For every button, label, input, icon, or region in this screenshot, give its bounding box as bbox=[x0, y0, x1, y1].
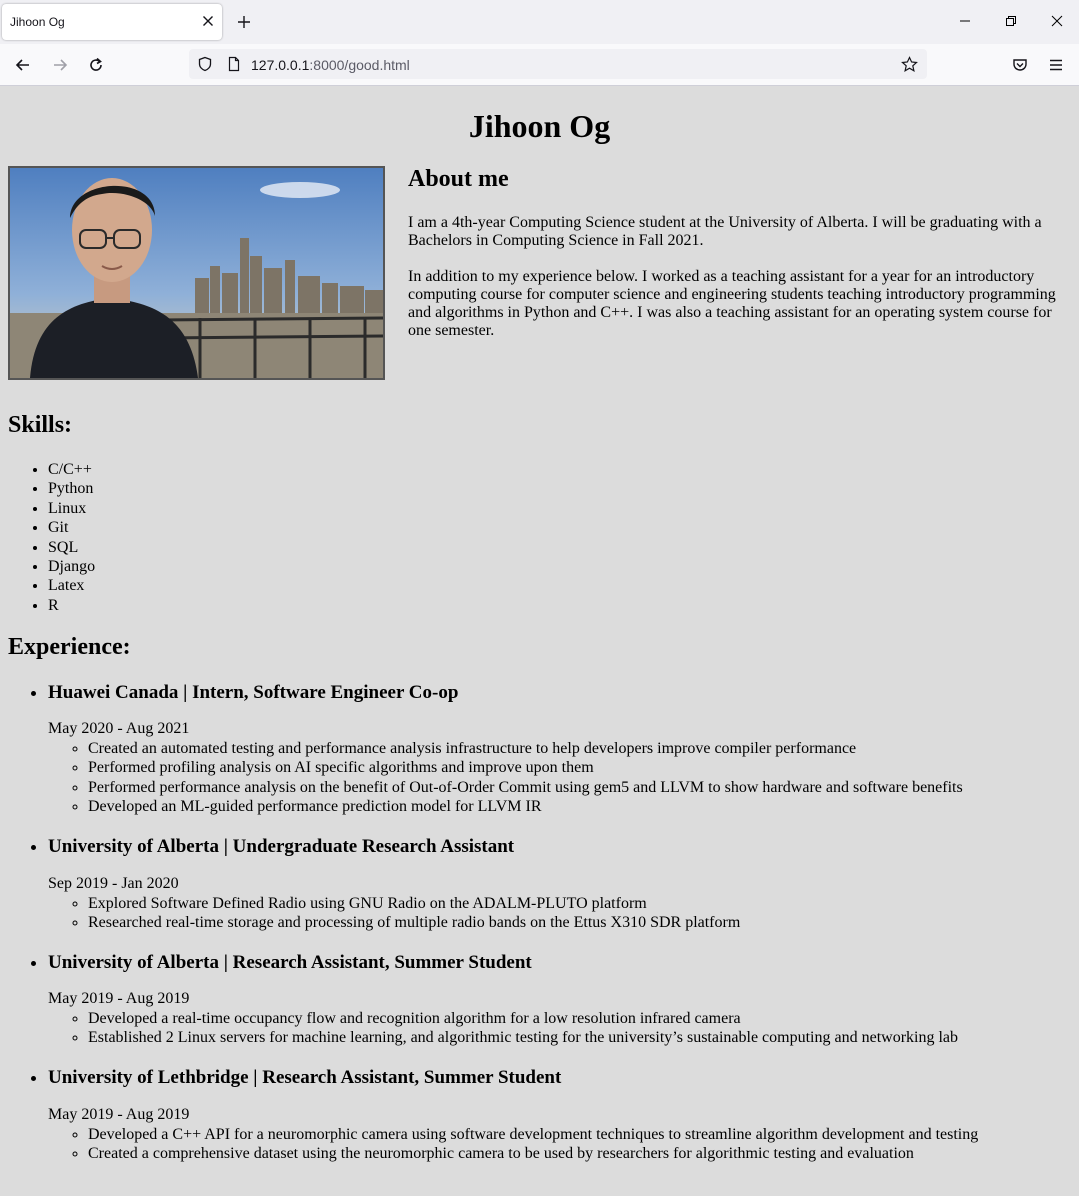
tab-title: Jihoon Og bbox=[10, 15, 65, 29]
experience-bullets: Created an automated testing and perform… bbox=[48, 739, 963, 817]
list-item: Django bbox=[48, 557, 95, 576]
url-text[interactable]: 127.0.0.1:8000/good.html bbox=[251, 57, 410, 73]
list-item: Created a comprehensive dataset using th… bbox=[88, 1144, 978, 1163]
list-item: Developed an ML-guided performance predi… bbox=[88, 797, 963, 816]
close-icon[interactable] bbox=[200, 13, 216, 29]
list-item: Developed a real-time occupancy flow and… bbox=[88, 1009, 958, 1028]
list-item: Created an automated testing and perform… bbox=[88, 739, 963, 758]
experience-dates: May 2020 - Aug 2021 bbox=[48, 720, 190, 737]
profile-photo bbox=[8, 166, 385, 380]
url-bar[interactable]: 127.0.0.1:8000/good.html bbox=[189, 49, 927, 79]
experience-dates: May 2019 - Aug 2019 bbox=[48, 1106, 190, 1123]
experience-entry: University of Alberta | Research Assista… bbox=[8, 952, 1068, 1046]
forward-arrow-icon[interactable] bbox=[51, 56, 69, 74]
experience-heading: Experience: bbox=[8, 634, 131, 660]
list-item: Researched real-time storage and process… bbox=[88, 913, 740, 932]
list-item: Linux bbox=[48, 499, 95, 518]
experience-title: University of Lethbridge | Research Assi… bbox=[48, 1067, 562, 1088]
experience-dates: Sep 2019 - Jan 2020 bbox=[48, 875, 179, 892]
list-item: Performed performance analysis on the be… bbox=[88, 778, 963, 797]
plus-icon[interactable] bbox=[236, 14, 252, 30]
page-content: Jihoon Og About me I am a 4th-year Compu… bbox=[0, 86, 1079, 1196]
list-item: Python bbox=[48, 479, 95, 498]
list-item: Git bbox=[48, 518, 95, 537]
experience-title: University of Alberta | Undergraduate Re… bbox=[48, 836, 515, 857]
restore-icon[interactable] bbox=[1004, 14, 1018, 28]
shield-icon[interactable] bbox=[197, 56, 213, 72]
experience-bullets: Explored Software Defined Radio using GN… bbox=[48, 894, 740, 933]
list-item: Established 2 Linux servers for machine … bbox=[88, 1028, 958, 1047]
experience-dates: May 2019 - Aug 2019 bbox=[48, 990, 190, 1007]
about-heading: About me bbox=[408, 166, 509, 192]
url-host: 127.0.0.1 bbox=[251, 57, 310, 73]
list-item: SQL bbox=[48, 538, 95, 557]
skills-list: C/C++ Python Linux Git SQL Django Latex … bbox=[8, 460, 95, 615]
list-item: Explored Software Defined Radio using GN… bbox=[88, 894, 740, 913]
experience-entry: University of Alberta | Undergraduate Re… bbox=[8, 836, 1068, 931]
experience-entry: University of Lethbridge | Research Assi… bbox=[8, 1067, 1068, 1162]
list-item: Developed a C++ API for a neuromorphic c… bbox=[88, 1125, 978, 1144]
minimize-icon[interactable] bbox=[958, 14, 972, 28]
list-item: Latex bbox=[48, 576, 95, 595]
list-item: R bbox=[48, 596, 95, 615]
experience-bullets: Developed a C++ API for a neuromorphic c… bbox=[48, 1125, 978, 1164]
experience-bullets: Developed a real-time occupancy flow and… bbox=[48, 1009, 958, 1048]
close-window-icon[interactable] bbox=[1050, 14, 1064, 28]
experience-entry: Huawei Canada | Intern, Software Enginee… bbox=[8, 682, 1068, 815]
url-path: :8000/good.html bbox=[309, 57, 410, 73]
experience-title: University of Alberta | Research Assista… bbox=[48, 952, 532, 973]
hamburger-menu-icon[interactable] bbox=[1047, 56, 1065, 74]
reload-icon[interactable] bbox=[87, 56, 105, 74]
about-paragraph-2: In addition to my experience below. I wo… bbox=[408, 268, 1056, 339]
page-icon[interactable] bbox=[226, 56, 242, 72]
active-tab[interactable]: Jihoon Og bbox=[2, 4, 222, 40]
list-item: C/C++ bbox=[48, 460, 95, 479]
page-title: Jihoon Og bbox=[468, 108, 611, 144]
list-item: Performed profiling analysis on AI speci… bbox=[88, 758, 963, 777]
about-paragraph-1: I am a 4th-year Computing Science studen… bbox=[408, 214, 1042, 249]
pocket-icon[interactable] bbox=[1011, 56, 1029, 74]
about-section: About me I am a 4th-year Computing Scien… bbox=[408, 166, 1068, 339]
star-icon[interactable] bbox=[901, 56, 918, 73]
experience-title: Huawei Canada | Intern, Software Enginee… bbox=[48, 682, 459, 703]
tab-strip: Jihoon Og bbox=[0, 0, 1079, 44]
back-arrow-icon[interactable] bbox=[14, 56, 32, 74]
skills-heading: Skills: bbox=[8, 412, 73, 438]
navigation-toolbar: 127.0.0.1:8000/good.html bbox=[0, 44, 1079, 86]
